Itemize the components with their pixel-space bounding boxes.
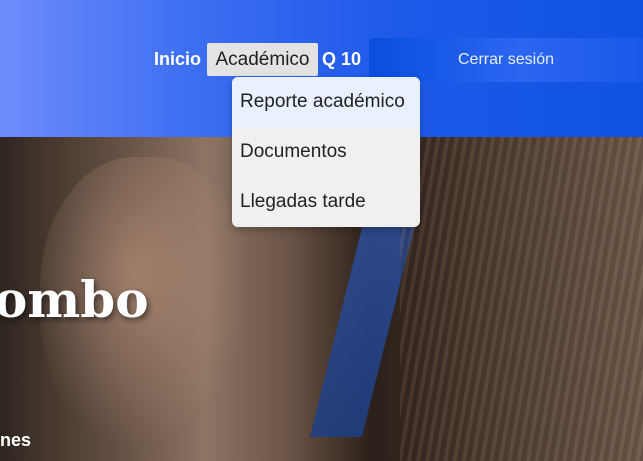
- menu-item-documents[interactable]: Documentos: [232, 127, 420, 177]
- nav-home-link[interactable]: Inicio: [154, 43, 201, 76]
- hero-subtitle: nes: [0, 430, 32, 450]
- nav-q10-link[interactable]: Q 10: [322, 43, 361, 76]
- academic-dropdown-menu: Reporte académico Documentos Llegadas ta…: [232, 77, 420, 227]
- nav-academic-menu[interactable]: Académico: [207, 43, 318, 76]
- menu-item-academic-report[interactable]: Reporte académico: [232, 77, 420, 127]
- hero-hair-texture: [400, 137, 643, 461]
- menu-item-late-arrivals[interactable]: Llegadas tarde: [232, 177, 420, 227]
- logout-button[interactable]: Cerrar sesión: [369, 38, 643, 82]
- hero-headband: [309, 227, 415, 437]
- hero-title: ombo: [0, 270, 149, 329]
